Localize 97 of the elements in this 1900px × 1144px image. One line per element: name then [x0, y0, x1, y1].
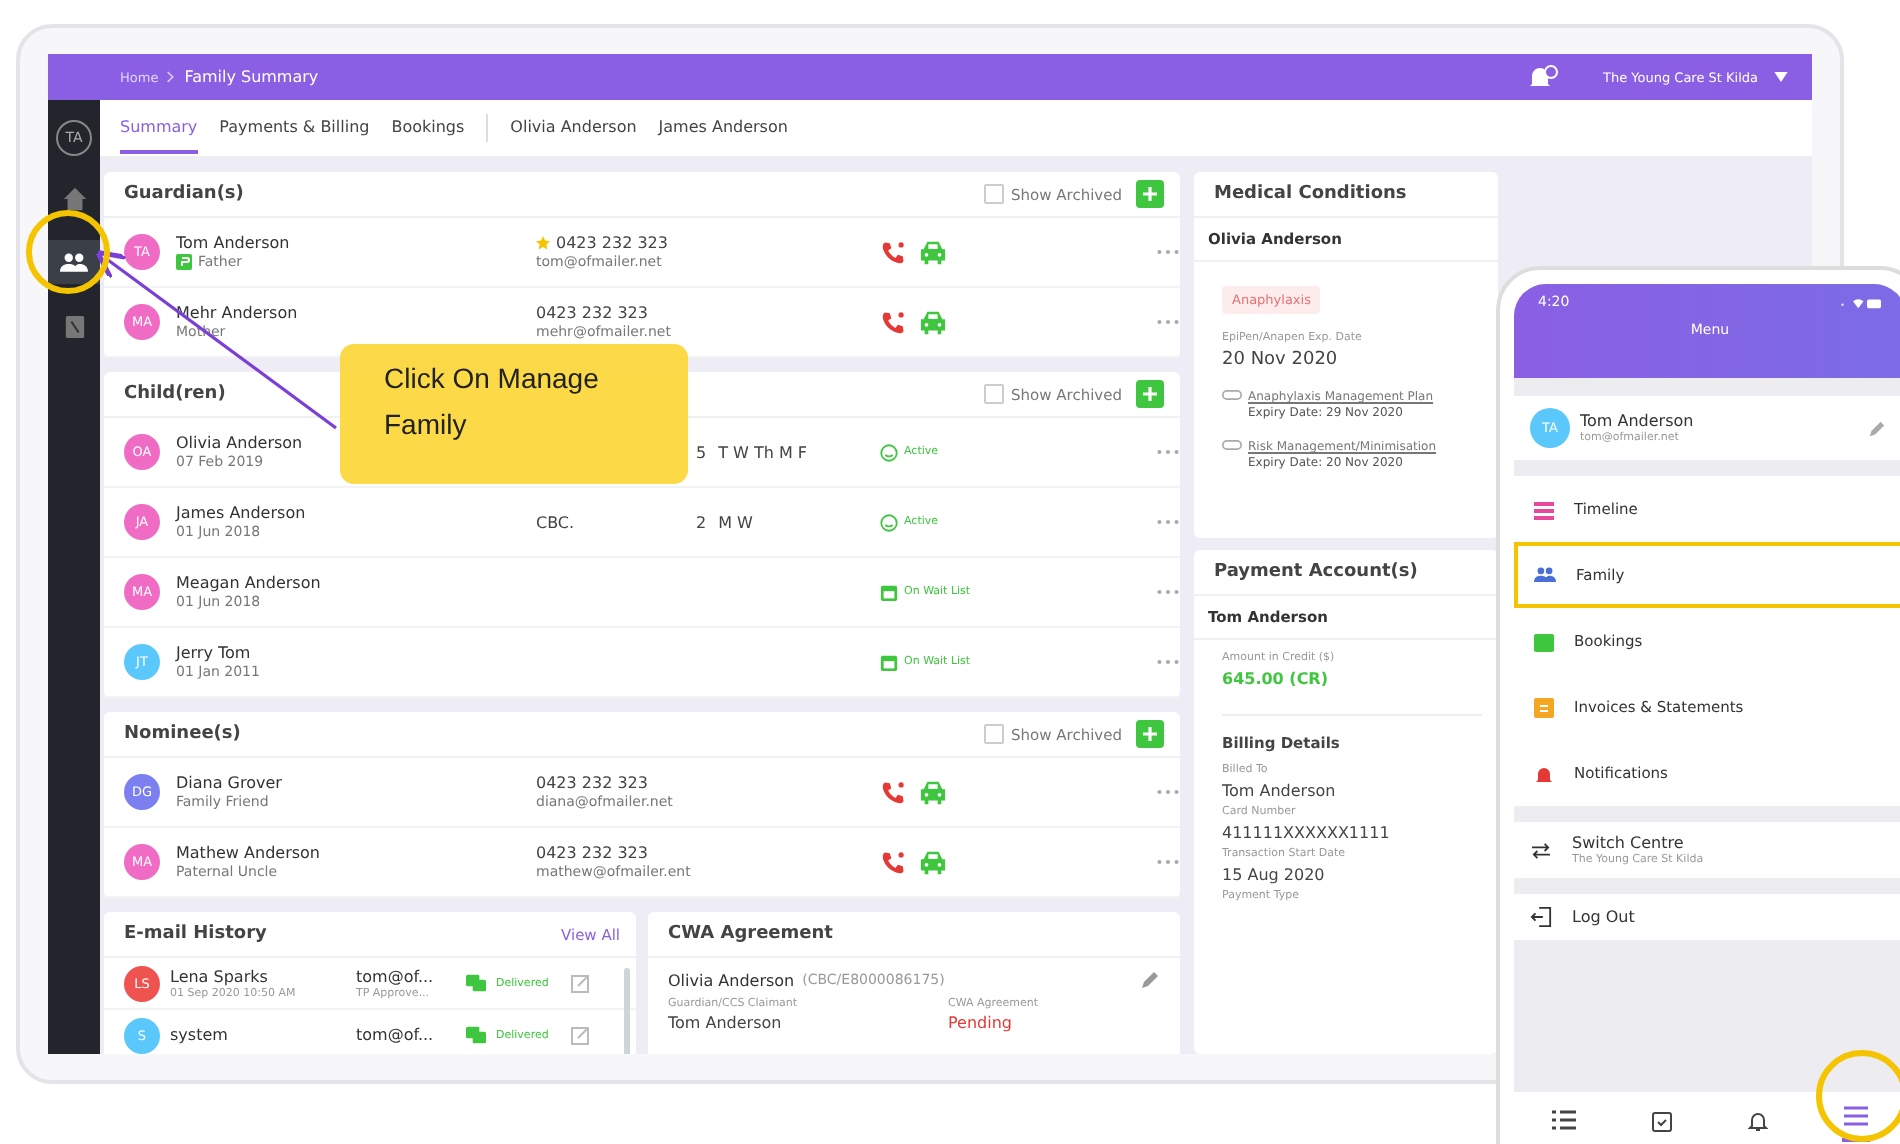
- field-value: Tom Anderson: [1222, 782, 1336, 800]
- calendar-icon: [880, 583, 898, 601]
- delivered-icon: [466, 974, 486, 992]
- phone-number: 0423 232 323: [556, 234, 668, 252]
- phone-number: 0423 232 323: [536, 774, 650, 792]
- switch-centre-link[interactable]: Switch Centre: [1572, 834, 1704, 852]
- card-title: Guardian(s): [124, 184, 244, 204]
- car-icon[interactable]: [918, 309, 948, 335]
- invoice-icon: [1534, 697, 1554, 717]
- days-text: M W: [718, 513, 753, 531]
- highlight-ring: [1816, 1050, 1900, 1142]
- days-text: T W Th M F: [718, 443, 808, 461]
- child-name: Olivia Anderson: [668, 971, 795, 989]
- more-icon[interactable]: [1156, 858, 1180, 866]
- list-icon: [1534, 499, 1554, 519]
- add-icon[interactable]: [1136, 180, 1164, 208]
- tab[interactable]: James Anderson: [658, 103, 788, 153]
- card-title: Nominee(s): [124, 724, 241, 744]
- car-icon[interactable]: [918, 779, 948, 805]
- more-icon[interactable]: [1156, 658, 1180, 666]
- bell-icon[interactable]: [1526, 63, 1559, 91]
- checkbox[interactable]: [983, 184, 1004, 204]
- tab[interactable]: Summary: [120, 103, 198, 153]
- more-icon[interactable]: [1156, 588, 1180, 596]
- delivered-icon: [466, 1026, 486, 1044]
- child-name[interactable]: Olivia Anderson: [176, 434, 303, 452]
- car-icon[interactable]: [918, 239, 948, 265]
- room-name: CBC.: [536, 513, 575, 531]
- sender-name: Lena Sparks: [170, 967, 270, 985]
- callout: Click On Manage Family: [340, 344, 688, 484]
- recipient-text: tom@of...: [356, 967, 436, 985]
- sender-name: system: [170, 1026, 230, 1044]
- phone-icon[interactable]: [880, 779, 906, 805]
- field-value: Tom Anderson: [668, 1014, 784, 1032]
- more-icon[interactable]: [1156, 788, 1180, 796]
- external-link-icon[interactable]: [570, 1025, 591, 1045]
- car-icon[interactable]: [918, 849, 948, 875]
- highlight-ring: [26, 210, 110, 294]
- field-value: 411111XXXXXX1111: [1222, 824, 1390, 842]
- add-icon[interactable]: [1136, 720, 1164, 748]
- phone-number: 0423 232 323: [536, 304, 648, 322]
- attachment-icon: [1222, 390, 1242, 400]
- menu-icon[interactable]: [1842, 1102, 1870, 1142]
- card-title: Payment Account(s): [1214, 562, 1418, 582]
- logout-icon: [1530, 906, 1552, 928]
- tab[interactable]: Payments & Billing: [219, 103, 370, 153]
- smiley-icon: [880, 443, 898, 461]
- card-title: CWA Agreement: [668, 924, 833, 944]
- phone-number: 0423 232 323: [536, 844, 650, 862]
- more-icon[interactable]: [1156, 318, 1180, 326]
- day-count: 2: [696, 513, 707, 531]
- child-name[interactable]: Meagan Anderson: [176, 574, 321, 592]
- more-icon[interactable]: [1156, 448, 1180, 456]
- profile-name: Tom Anderson: [1580, 412, 1694, 430]
- breadcrumb-item: Family Summary: [184, 68, 319, 86]
- credit-amount: 645.00 (CR): [1222, 670, 1328, 688]
- person-name[interactable]: Diana Grover: [176, 774, 282, 792]
- more-icon[interactable]: [1156, 248, 1180, 256]
- child-name[interactable]: Jerry Tom: [176, 644, 260, 662]
- phone-icon[interactable]: [880, 239, 906, 265]
- person-name[interactable]: Tom Anderson: [176, 234, 290, 252]
- tab[interactable]: Olivia Anderson: [510, 103, 637, 153]
- primary-badge-icon: [176, 254, 192, 270]
- phone-icon[interactable]: [880, 849, 906, 875]
- people-icon[interactable]: [48, 240, 100, 284]
- agreement-status: Pending: [948, 1014, 1014, 1032]
- day-count: 5: [696, 443, 707, 461]
- person-name[interactable]: Mathew Anderson: [176, 844, 320, 862]
- scrollbar[interactable]: [624, 968, 630, 1054]
- people-icon: [1534, 566, 1556, 584]
- attachment-icon: [1222, 440, 1242, 450]
- phone-icon[interactable]: [880, 309, 906, 335]
- external-link-icon[interactable]: [570, 973, 591, 993]
- pencil-icon[interactable]: [1140, 970, 1160, 990]
- smiley-icon: [880, 513, 898, 531]
- recipient-text: tom@of...: [356, 1026, 436, 1044]
- card-title: Child(ren): [124, 384, 226, 404]
- card-title: E-mail History: [124, 924, 267, 944]
- calendar-icon: [1534, 631, 1554, 651]
- add-icon[interactable]: [1136, 380, 1164, 408]
- more-icon[interactable]: [1156, 518, 1180, 526]
- field-value: 20 Nov 2020: [1222, 350, 1338, 370]
- star-icon: [536, 236, 550, 250]
- logout-link[interactable]: Log Out: [1572, 908, 1635, 926]
- checkbox[interactable]: [983, 724, 1004, 744]
- status-icons-icon: [1838, 295, 1882, 309]
- calendar-icon: [880, 653, 898, 671]
- tab[interactable]: Bookings: [391, 103, 465, 153]
- pencil-icon[interactable]: [1868, 419, 1886, 437]
- card-title: Medical Conditions: [1214, 184, 1407, 204]
- checkbox[interactable]: [983, 384, 1004, 404]
- child-name[interactable]: James Anderson: [176, 504, 306, 522]
- chevron-icon: [166, 70, 177, 84]
- bell-icon: [1534, 763, 1554, 783]
- caret-icon[interactable]: [1774, 72, 1788, 82]
- swap-icon: [1530, 841, 1552, 859]
- field-value: 15 Aug 2020: [1222, 866, 1325, 884]
